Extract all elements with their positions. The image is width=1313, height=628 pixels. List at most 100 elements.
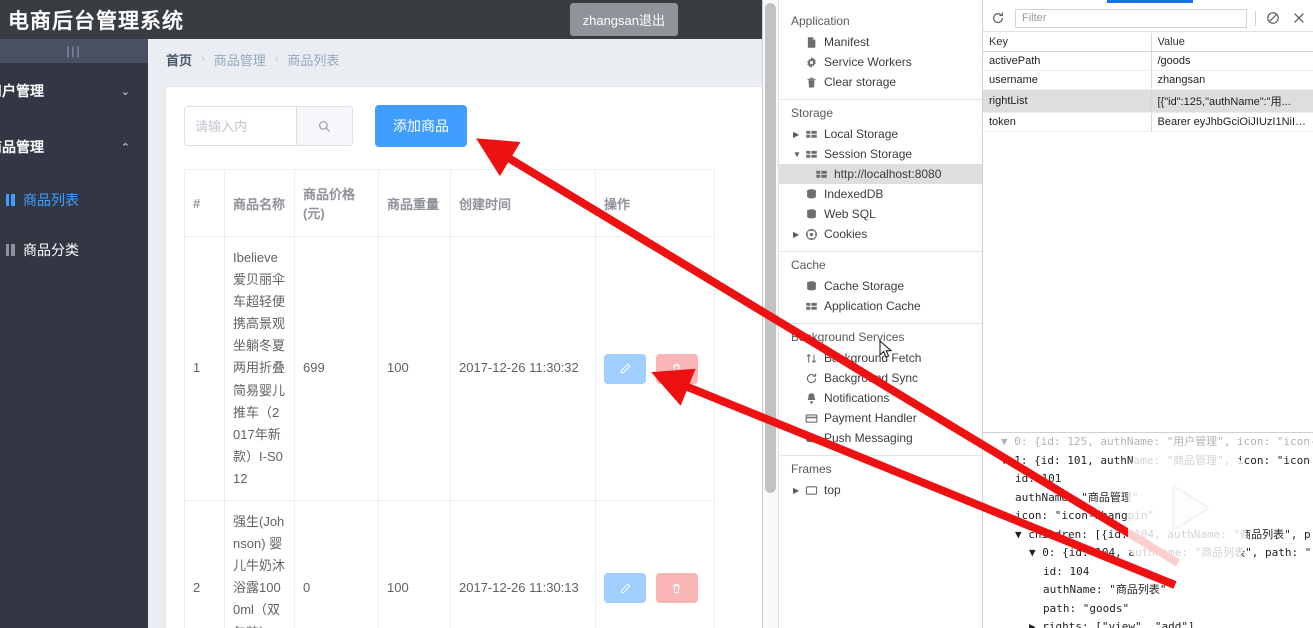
devtools-tree-item-push-messaging[interactable]: Push Messaging	[779, 428, 982, 448]
devtools-tree-item-notifications[interactable]: Notifications	[779, 388, 982, 408]
breadcrumb-item-goods-mgmt[interactable]: 商品管理	[214, 50, 266, 69]
storage-row[interactable]: username zhangsan	[983, 70, 1313, 90]
col-name: 商品名称	[224, 169, 295, 237]
devtools-tree-item-top[interactable]: ▶ top	[779, 480, 982, 500]
devtools-section-title: Application	[791, 14, 850, 28]
delete-button[interactable]	[655, 353, 698, 384]
close-icon	[1294, 13, 1304, 23]
database-icon	[805, 280, 818, 293]
filter-input[interactable]	[1015, 8, 1247, 28]
devtools-tree-item-service-workers[interactable]: Service Workers	[779, 52, 982, 72]
sidebar-item-goods-list[interactable]: 商品列表	[0, 175, 148, 225]
delete-selected-button[interactable]	[1290, 9, 1308, 27]
cell-actions	[595, 500, 715, 628]
devtools-tree-item-label: Background Fetch	[824, 351, 922, 365]
storage-row-selected[interactable]: rightList [{"id":125,"authName":"用...	[983, 89, 1313, 113]
table-icon	[805, 300, 818, 313]
devtools-tree-item-clear-storage[interactable]: Clear storage	[779, 72, 982, 92]
devtools-sidebar: Application Manifest Service Workers Clear …	[779, 0, 983, 628]
edit-button[interactable]	[604, 573, 646, 604]
cell-index: 2	[184, 500, 225, 628]
devtools-tree-item-payment-handler[interactable]: Payment Handler	[779, 408, 982, 428]
devtools-tree-item-label: Service Workers	[824, 55, 912, 69]
sidebar-group-users-label: 用户管理	[0, 83, 44, 99]
devtools-tree-item-label: Cache Storage	[824, 279, 905, 293]
cloud-icon	[805, 432, 818, 445]
sidebar-group-users[interactable]: 用户管理 ⌄	[0, 63, 148, 119]
chevron-up-icon: ⌃	[120, 141, 130, 154]
devtools-tree-item-label: Application Cache	[824, 299, 921, 313]
sidebar-item-goods-category[interactable]: 商品分类	[0, 225, 148, 275]
cell-price: 699	[294, 236, 379, 502]
devtools-tree-item-manifest[interactable]: Manifest	[779, 32, 982, 52]
console-line: authName: "商品列表"	[987, 581, 1313, 600]
devtools-tree-item-http-localhost-8080[interactable]: http://localhost:8080	[779, 164, 982, 184]
pencil-icon	[620, 583, 631, 593]
storage-row[interactable]: token Bearer eyJhbGciOiJIUzI1NiIs...	[983, 112, 1313, 132]
logout-button[interactable]: zhangsan退出	[569, 3, 678, 36]
console-line-text: ▶ rights: ["view", "add"]	[1029, 620, 1195, 628]
page-scrollbar-thumb[interactable]	[765, 3, 776, 493]
devtools-tree-item-indexeddb[interactable]: IndexedDB	[779, 184, 982, 204]
table-header-row: # 商品名称 商品价格(元) 商品重量 创建时间 操作	[184, 169, 715, 237]
chevron-down-icon[interactable]: ▼	[793, 150, 801, 159]
storage-key: token	[983, 112, 1152, 132]
cell-weight: 100	[378, 236, 451, 502]
console-line-text: path: "goods"	[1043, 601, 1130, 615]
console-line-text: ▼ 0: {id: 125, authName: "用户管理", icon: "…	[1001, 435, 1313, 448]
devtools-tree-item-local-storage[interactable]: ▶ Local Storage	[779, 124, 982, 144]
sidebar-collapse-toggle[interactable]: |||	[0, 39, 148, 63]
chevron-right-icon[interactable]: ▶	[793, 130, 799, 139]
cell-created: 2017-12-26 11:30:32	[450, 236, 596, 502]
chevron-right-icon: ›	[274, 53, 279, 65]
search-input[interactable]	[185, 107, 296, 145]
storage-row[interactable]: activePath /goods	[983, 51, 1313, 71]
updown-arrow-icon	[805, 352, 818, 365]
storage-toolbar	[983, 5, 1313, 32]
devtools-tree-item-label: Clear storage	[824, 75, 897, 89]
devtools-tree-item-application-cache[interactable]: Application Cache	[779, 296, 982, 316]
devtools-tree-item-label: top	[824, 483, 841, 497]
table-row: 2 强生(Johnson) 婴儿牛奶沐浴露1000ml（双包装）（大 0 100…	[184, 500, 715, 628]
toolbar-divider	[1255, 10, 1256, 26]
delete-button[interactable]	[655, 573, 698, 604]
edit-button[interactable]	[604, 353, 646, 384]
console-line-text: authName: "商品管理"	[1015, 490, 1139, 504]
trash-icon	[805, 76, 818, 89]
devtools-tree-item-session-storage[interactable]: ▼ Session Storage	[779, 144, 982, 164]
devtools-tree-item-label: Session Storage	[824, 147, 913, 161]
chevron-down-icon: ⌄	[120, 85, 130, 98]
add-goods-button[interactable]: 添加商品	[375, 105, 467, 147]
col-actions: 操作	[595, 169, 715, 237]
app-window: 电商后台管理系统 zhangsan退出 ||| 用户管理 ⌄ 商品管理 ⌃ 商品…	[0, 0, 762, 628]
chevron-right-icon[interactable]: ▶	[793, 486, 799, 495]
play-button-watermark	[1128, 449, 1246, 567]
goods-table: # 商品名称 商品价格(元) 商品重量 创建时间 操作 1 Ibelieve爱贝…	[184, 169, 715, 628]
cell-name: Ibelieve爱贝丽伞车超轻便携高景观坐躺冬夏两用折叠简易婴儿推车（2017年…	[224, 236, 295, 502]
search-button[interactable]	[296, 107, 352, 145]
devtools-tree-item-web-sql[interactable]: Web SQL	[779, 204, 982, 224]
devtools-tree-item-label: Web SQL	[824, 207, 876, 221]
page-scrollbar[interactable]	[763, 0, 779, 628]
devtools-tree-item-label: Manifest	[824, 35, 870, 49]
no-entry-icon	[1267, 12, 1279, 24]
breadcrumb-item-goods-list: 商品列表	[287, 52, 340, 68]
chevron-right-icon: ›	[201, 53, 205, 65]
storage-value: zhangsan	[1151, 70, 1313, 90]
database-icon	[805, 188, 818, 201]
section-divider	[779, 251, 982, 252]
refresh-button[interactable]	[989, 9, 1007, 27]
clear-all-button[interactable]	[1264, 9, 1282, 27]
sidebar-group-goods[interactable]: 商品管理 ⌃	[0, 119, 148, 175]
trash-icon	[673, 583, 681, 593]
col-created: 创建时间	[450, 169, 596, 237]
devtools-tree-item-background-sync[interactable]: Background Sync	[779, 368, 982, 388]
search-icon	[319, 120, 330, 132]
cell-created: 2017-12-26 11:30:13	[450, 500, 596, 628]
breadcrumb-item-home[interactable]: 首页	[166, 50, 192, 69]
play-icon	[1174, 487, 1208, 529]
devtools-tree-item-cookies[interactable]: ▶ Cookies	[779, 224, 982, 244]
chevron-right-icon[interactable]: ▶	[793, 230, 799, 239]
storage-col-value: Value	[1151, 33, 1313, 52]
devtools-tree-item-cache-storage[interactable]: Cache Storage	[779, 276, 982, 296]
